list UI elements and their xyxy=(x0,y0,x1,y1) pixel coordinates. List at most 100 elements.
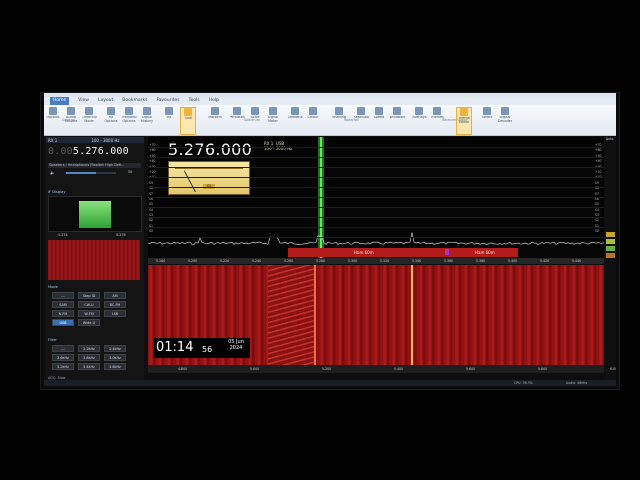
grid-line xyxy=(148,157,604,158)
persistence-button[interactable]: Persistence xyxy=(229,107,245,135)
axis-tick-label: 5.380 xyxy=(476,259,486,263)
overlays-icon xyxy=(415,107,423,115)
mode-button-usb[interactable]: USB xyxy=(52,319,74,326)
rx-frequency-display[interactable]: 0.005.276.000 xyxy=(48,146,129,157)
if-display-header: IF Display xyxy=(48,190,66,194)
auto-label[interactable]: Auto xyxy=(606,137,613,141)
filter-button[interactable]: 2.2kHz xyxy=(78,345,100,352)
tab-tools[interactable]: Tools xyxy=(189,97,200,105)
if-passband xyxy=(79,201,111,228)
filter-button[interactable]: 2.6kHz xyxy=(52,354,74,361)
mode-button-lsb[interactable]: LSB xyxy=(104,310,126,317)
mode-button-bc-fm[interactable]: BC-FM xyxy=(104,301,126,308)
left-panel: RX 1 100 - 3000 Hz 0.005.276.000 Speaker… xyxy=(46,137,144,381)
status-cpu: CPU: 36.3% xyxy=(514,381,533,385)
tune-icon xyxy=(184,108,192,116)
smoothing-button[interactable]: Smoothing xyxy=(287,107,303,135)
rx-header: RX 1 100 - 3000 Hz xyxy=(46,137,144,143)
frequency-options-button[interactable]: Frequency Options xyxy=(122,107,137,135)
axis-tick-label: 5.200 xyxy=(188,259,198,263)
resolution-icon xyxy=(357,107,365,115)
rx-options-button[interactable]: RX Options xyxy=(104,107,118,135)
speaker-icon: 🔈 xyxy=(50,170,55,175)
band-label-2: Ham 60m xyxy=(475,250,495,255)
axis-tick-label: 5.400 xyxy=(508,259,518,263)
signal-meter-button[interactable]: Signal Meter xyxy=(266,107,280,135)
frequency-axis: 5.160 5.200 5.220 5.240 5.260 5.280 5.300 5.320… xyxy=(148,258,604,264)
frequency-options-icon xyxy=(125,107,133,115)
ribbon-button-label: Select xyxy=(481,116,493,119)
rx-label: RX 1 xyxy=(48,137,58,143)
axis-tick-label: 5.280 xyxy=(316,259,326,263)
filter-button[interactable]: --- xyxy=(52,345,74,352)
filter-button[interactable]: 2.8kHz xyxy=(78,354,100,361)
waterfall-display[interactable]: 01:14 56 05 Jun 2024 xyxy=(148,265,604,365)
waterfall-axis-tick: 5.800 xyxy=(538,367,548,371)
clock-date: 05 Jun 2024 xyxy=(222,339,250,351)
tune-button[interactable]: Tune xyxy=(180,107,196,135)
filter-button[interactable]: 3.4kHz xyxy=(78,363,100,370)
select-button[interactable]: Select xyxy=(480,107,494,135)
axis-tick-label: 5.440 xyxy=(572,259,582,263)
continuous-mode-button[interactable]: Continuous Mode xyxy=(81,107,97,135)
if-waterfall xyxy=(48,240,140,280)
filter-button[interactable]: 3.0kHz xyxy=(104,354,126,361)
if-spectrum-view[interactable] xyxy=(48,196,142,232)
status-bar: CPU: 36.3% Audio: 48kHz xyxy=(44,380,616,386)
ribbon-button-label: Continuous Mode xyxy=(81,116,97,123)
tab-favourites[interactable]: Favourites xyxy=(156,97,179,105)
spectrum-display[interactable]: +70+60+50+40+30+20+10S9S8S7S6S5S4S3S2S1S… xyxy=(148,137,604,258)
rx-options-icon xyxy=(107,107,115,115)
tab-help[interactable]: Help xyxy=(209,97,219,105)
speed-button[interactable]: Speed xyxy=(372,107,386,135)
group-label-waterfall: Waterfall xyxy=(344,118,359,122)
level-swatch[interactable] xyxy=(606,253,615,258)
clock-seconds: 56 xyxy=(202,345,213,354)
axis-tick-label: 5.420 xyxy=(540,259,550,263)
rx-button[interactable]: RX xyxy=(162,107,176,135)
tab-layout[interactable]: Layout xyxy=(98,97,113,105)
themes-icon xyxy=(433,107,441,115)
options-button[interactable]: Options xyxy=(46,107,60,135)
tab-home[interactable]: Home xyxy=(50,97,70,105)
level-swatch[interactable] xyxy=(606,239,615,244)
mode-button-wide-u[interactable]: Wide-U xyxy=(78,319,100,326)
rx-bandwidth: 100 - 3000 Hz xyxy=(91,137,120,143)
ribbon-button-label: Persistence xyxy=(229,116,245,119)
spectrum-trace-line xyxy=(148,232,604,245)
colour-icon xyxy=(309,107,317,115)
axis-tick-label: 5.260 xyxy=(284,259,294,263)
colour-button[interactable]: Colour xyxy=(306,107,320,135)
mode-button-w-fm[interactable]: W-FM xyxy=(78,310,100,317)
markers-icon xyxy=(211,107,219,115)
ribbon-button-label: Smoothing xyxy=(287,116,303,119)
grid-line xyxy=(148,237,604,238)
grid-line xyxy=(148,167,604,168)
digital-decoder-button[interactable]: Digital Decoder xyxy=(498,107,512,135)
waterfall-axis[interactable]: 4.800 5.000 5.200 5.400 5.600 5.800 6.000 xyxy=(148,365,616,373)
filter-button[interactable]: 3.6kHz xyxy=(104,363,126,370)
mode-button--[interactable]: --- xyxy=(52,292,74,299)
tab-view[interactable]: View xyxy=(78,97,89,105)
mode-button-n-fm[interactable]: N-FM xyxy=(52,310,74,317)
signal-history-button[interactable]: Signal History xyxy=(140,107,154,135)
tab-bookmarks[interactable]: Bookmarks xyxy=(122,97,147,105)
mode-button-am[interactable]: AM xyxy=(104,292,126,299)
volume-fill xyxy=(66,172,96,174)
bookmark-marker[interactable] xyxy=(445,249,449,255)
ribbon-button-label: Signal Meter xyxy=(267,116,279,123)
filter-button[interactable]: 3.2kHz xyxy=(52,363,74,370)
ribbon-button-label: Overlays xyxy=(411,116,427,119)
windowing-button[interactable]: Windowing xyxy=(390,107,405,135)
volume-slider[interactable]: 🔈 50 xyxy=(48,170,140,176)
level-swatch[interactable] xyxy=(606,232,615,237)
mode-button-sam[interactable]: SAM xyxy=(52,301,74,308)
freq-leading-digits: 0.00 xyxy=(48,146,73,157)
markers-button[interactable]: Markers xyxy=(208,107,222,135)
overlays-button[interactable]: Overlays xyxy=(412,107,426,135)
filter-button[interactable]: 2.4kHz xyxy=(104,345,126,352)
level-swatch[interactable] xyxy=(606,246,615,251)
audio-device-select[interactable]: Speakers / Headphones (Realtek High Defi… xyxy=(48,163,141,168)
mode-button-step-id[interactable]: Step ID xyxy=(78,292,100,299)
mode-button-cw-u[interactable]: CW-U xyxy=(78,301,100,308)
